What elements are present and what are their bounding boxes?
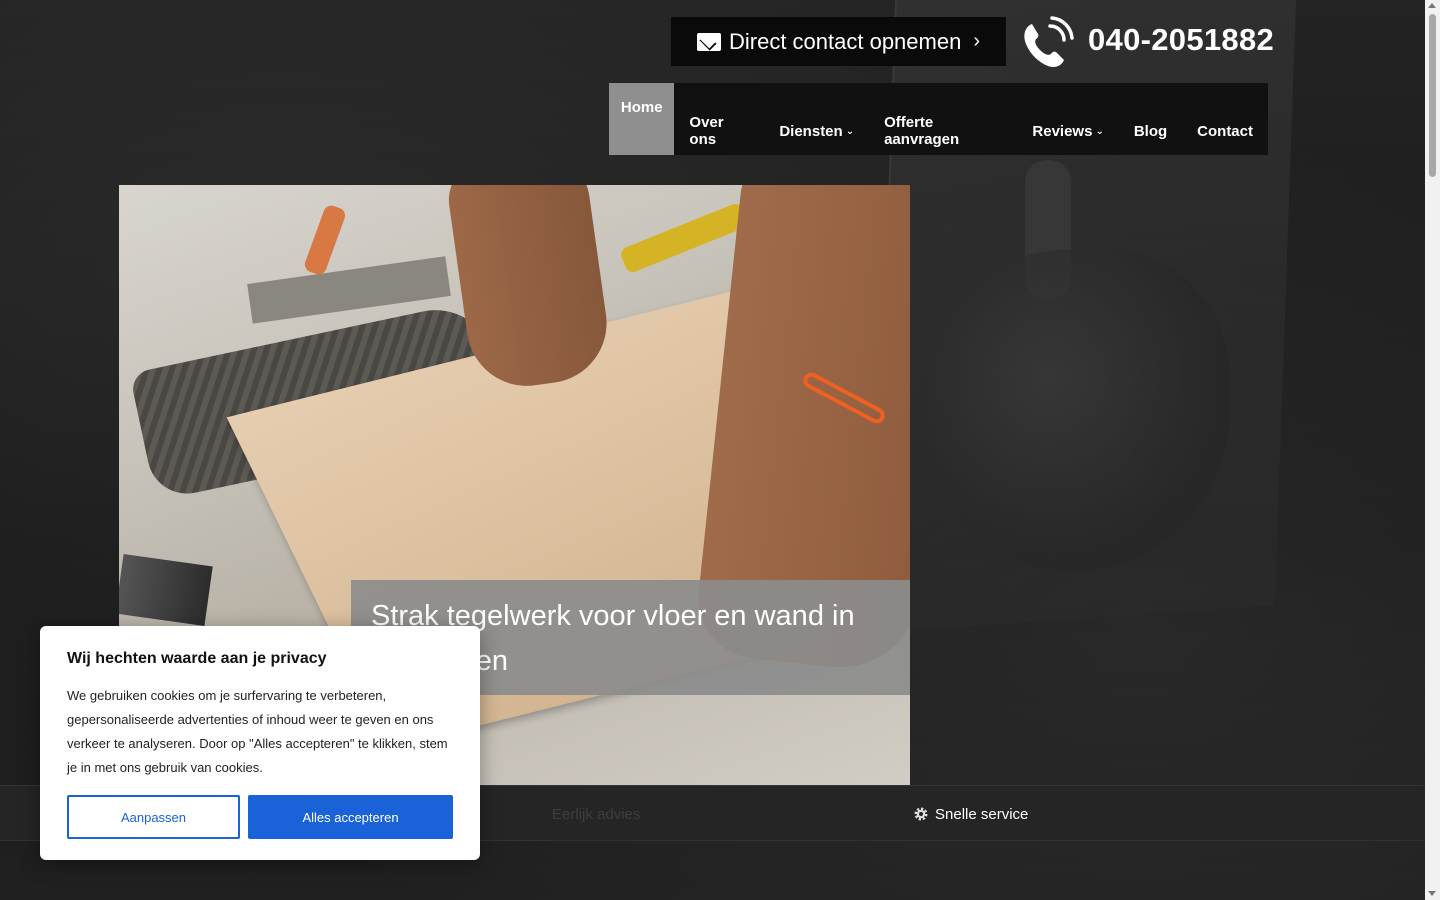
page-scrollbar[interactable] [1425, 0, 1440, 900]
direct-contact-label: Direct contact opnemen [728, 28, 962, 54]
accept-all-button[interactable]: Alles accepteren [248, 795, 453, 839]
phone-number[interactable]: 040-2051882 [1088, 22, 1274, 58]
nav-item-label: Over ons [689, 114, 724, 148]
main-navigation: Home Over ons Diensten ⌄ Offerte aanvrag… [609, 83, 1268, 155]
cookie-consent-banner: Wij hechten waarde aan je privacy We geb… [40, 626, 480, 860]
chevron-down-icon: ⌄ [1095, 125, 1104, 137]
nav-item-over-ons[interactable]: Over ons [674, 83, 764, 155]
scroll-up-arrow[interactable] [1428, 3, 1436, 8]
nav-item-label: Diensten [779, 122, 843, 140]
cookie-title: Wij hechten waarde aan je privacy [67, 650, 327, 667]
nav-item-label: Home [620, 99, 663, 116]
chevron-right-icon: › [973, 30, 980, 52]
customize-button[interactable]: Aanpassen [67, 795, 240, 839]
cookie-text: We gebruiken cookies om je surfervaring … [67, 688, 448, 775]
nav-item-label: Reviews [1032, 122, 1093, 140]
nav-item-home[interactable]: Home [609, 83, 675, 155]
nav-item-blog[interactable]: Blog [1119, 83, 1182, 155]
nav-item-contact[interactable]: Contact [1182, 83, 1268, 155]
nav-item-diensten[interactable]: Diensten ⌄ [764, 83, 869, 155]
nav-item-label: Blog [1133, 122, 1168, 140]
feature-item: Snelle service [913, 786, 1028, 842]
background-hand-image [930, 250, 1230, 570]
hero-bag [119, 554, 213, 626]
gear-icon [914, 807, 928, 821]
hero-trowel-handle-orange [302, 203, 348, 277]
direct-contact-button[interactable]: Direct contact opnemen › [671, 17, 1006, 66]
nav-item-label: Contact [1197, 122, 1253, 140]
nav-item-offerte-aanvragen[interactable]: Offerte aanvragen [869, 83, 1017, 155]
feature-label: Snelle service [935, 805, 1029, 823]
cookie-actions: Aanpassen Alles accepteren [67, 795, 453, 839]
feature-item: Eerlijk advies [552, 786, 640, 842]
feature-label: Eerlijk advies [552, 805, 641, 823]
hero-trowel-handle-yellow [618, 201, 750, 275]
scroll-down-arrow[interactable] [1428, 891, 1436, 896]
chevron-down-icon: ⌄ [845, 125, 855, 137]
envelope-icon [696, 32, 721, 51]
phone-icon[interactable] [1020, 16, 1074, 70]
scrollbar-thumb[interactable] [1429, 14, 1436, 177]
nav-item-reviews[interactable]: Reviews ⌄ [1017, 83, 1118, 155]
nav-item-label: Offerte aanvragen [884, 114, 960, 148]
